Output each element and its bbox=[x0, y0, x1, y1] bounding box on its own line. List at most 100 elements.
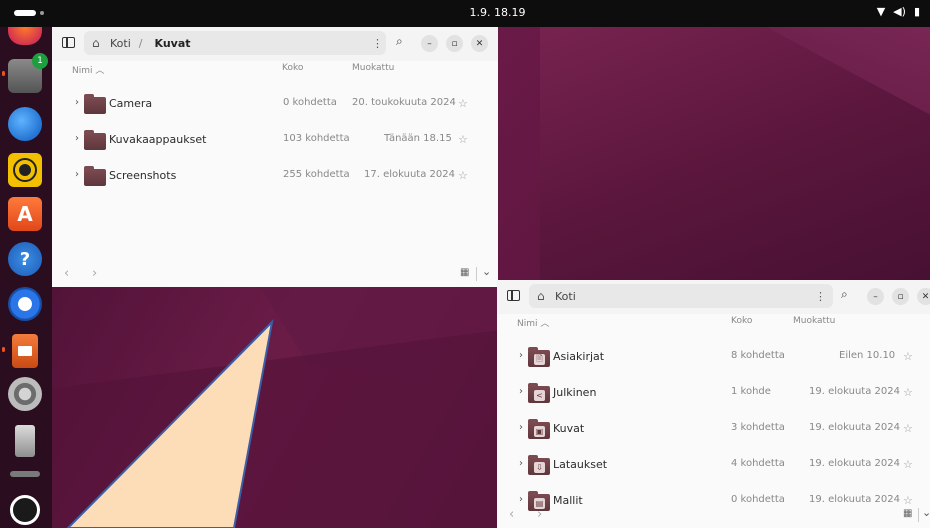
list-item[interactable]: › < Julkinen 1 kohde 19. elokuuta 2024 ☆ bbox=[497, 378, 930, 408]
system-tray[interactable]: ▼ ◀) ▮ bbox=[877, 5, 920, 18]
footer-bar: ‹ › ▦ ⌄ bbox=[497, 502, 930, 528]
file-size: 3 kohdetta bbox=[731, 422, 785, 433]
expand-icon[interactable]: › bbox=[75, 169, 79, 180]
chromium-icon[interactable] bbox=[8, 287, 42, 321]
back-icon[interactable]: ‹ bbox=[64, 266, 69, 281]
list-item[interactable]: › Screenshots 255 kohdetta 17. elokuuta … bbox=[52, 161, 498, 191]
public-folder-icon: < bbox=[528, 383, 550, 403]
header-bar: ⌂ Koti ⋮ ⌕ – ▫ ✕ bbox=[497, 280, 930, 314]
file-modified: 19. elokuuta 2024 bbox=[809, 386, 900, 397]
list-item[interactable]: › ⇩ Lataukset 4 kohdetta 19. elokuuta 20… bbox=[497, 450, 930, 480]
close-icon[interactable]: ✕ bbox=[471, 35, 488, 52]
star-icon[interactable]: ☆ bbox=[458, 133, 468, 146]
chevron-down-icon[interactable]: ⌄ bbox=[922, 506, 930, 519]
sort-ascending-icon: ︿ bbox=[95, 66, 105, 76]
breadcrumb-home[interactable]: Koti bbox=[555, 290, 576, 303]
usb-drive-icon[interactable] bbox=[15, 425, 35, 457]
home-icon: ⌂ bbox=[537, 289, 545, 303]
forward-icon[interactable]: › bbox=[537, 507, 542, 522]
download-icon: ⇩ bbox=[534, 462, 545, 473]
column-size[interactable]: Koko bbox=[731, 316, 752, 326]
maximize-icon[interactable]: ▫ bbox=[446, 35, 463, 52]
file-name: Screenshots bbox=[109, 169, 177, 182]
breadcrumb-current[interactable]: Kuvat bbox=[154, 37, 190, 50]
expand-icon[interactable]: › bbox=[519, 386, 523, 397]
expand-icon[interactable]: › bbox=[519, 422, 523, 433]
thunderbird-icon[interactable] bbox=[8, 107, 42, 141]
list-item[interactable]: › 🗎 Asiakirjat 8 kohdetta Eilen 10.10 ☆ bbox=[497, 342, 930, 372]
file-modified: 20. toukokuuta 2024 bbox=[352, 97, 456, 108]
clock[interactable]: 1.9. 18.19 bbox=[0, 6, 930, 19]
file-name: Lataukset bbox=[553, 458, 608, 471]
footer-bar: ‹ › ▦ ⌄ bbox=[52, 261, 498, 287]
firefox-icon[interactable] bbox=[8, 27, 42, 45]
help-icon[interactable]: ? bbox=[8, 242, 42, 276]
column-name[interactable]: Nimi ︿ bbox=[72, 63, 104, 76]
path-menu-icon[interactable]: ⋮ bbox=[815, 290, 826, 303]
folder-icon bbox=[84, 94, 106, 114]
minimize-icon[interactable]: – bbox=[421, 35, 438, 52]
list-item[interactable]: › ▣ Kuvat 3 kohdetta 19. elokuuta 2024 ☆ bbox=[497, 414, 930, 444]
files-badge: 1 bbox=[32, 53, 48, 69]
trash-icon[interactable] bbox=[10, 471, 40, 477]
close-icon[interactable]: ✕ bbox=[917, 288, 930, 305]
file-name: Julkinen bbox=[553, 386, 597, 399]
sidebar-toggle-icon[interactable] bbox=[507, 290, 520, 301]
column-size[interactable]: Koko bbox=[282, 63, 303, 73]
home-icon: ⌂ bbox=[92, 36, 100, 50]
maximize-icon[interactable]: ▫ bbox=[892, 288, 909, 305]
star-icon[interactable]: ☆ bbox=[903, 350, 913, 363]
grid-view-icon[interactable]: ▦ bbox=[903, 508, 912, 519]
star-icon[interactable]: ☆ bbox=[903, 458, 913, 471]
chevron-down-icon[interactable]: ⌄ bbox=[482, 265, 491, 278]
column-modified[interactable]: Muokattu bbox=[352, 63, 394, 73]
app-center-icon[interactable]: A bbox=[8, 197, 42, 231]
show-apps-icon[interactable] bbox=[10, 495, 40, 525]
file-modified: Tänään 18.15 bbox=[384, 133, 452, 144]
search-icon[interactable]: ⌕ bbox=[841, 287, 848, 302]
path-bar[interactable]: ⌂ Koti ⋮ bbox=[529, 284, 833, 308]
back-icon[interactable]: ‹ bbox=[509, 507, 514, 522]
star-icon[interactable]: ☆ bbox=[458, 169, 468, 182]
list-item[interactable]: › Kuvakaappaukset 103 kohdetta Tänään 18… bbox=[52, 125, 498, 155]
column-name[interactable]: Nimi ︿ bbox=[517, 316, 549, 329]
running-indicator bbox=[2, 347, 5, 352]
folder-icon bbox=[84, 130, 106, 150]
path-bar[interactable]: ⌂ Koti / Kuvat ⋮ bbox=[84, 31, 386, 55]
folder-icon bbox=[84, 166, 106, 186]
file-size: 4 kohdetta bbox=[731, 458, 785, 469]
search-icon[interactable]: ⌕ bbox=[396, 34, 403, 49]
minimize-icon[interactable]: – bbox=[867, 288, 884, 305]
file-modified: 19. elokuuta 2024 bbox=[809, 422, 900, 433]
wifi-icon: ▼ bbox=[876, 5, 886, 18]
star-icon[interactable]: ☆ bbox=[903, 386, 913, 399]
files-icon[interactable]: 1 bbox=[8, 53, 48, 93]
forward-icon[interactable]: › bbox=[92, 266, 97, 281]
impress-icon[interactable] bbox=[12, 334, 38, 368]
expand-icon[interactable]: › bbox=[519, 458, 523, 469]
star-icon[interactable]: ☆ bbox=[903, 422, 913, 435]
file-size: 1 kohde bbox=[731, 386, 771, 397]
file-name: Camera bbox=[109, 97, 153, 110]
file-size: 0 kohdetta bbox=[283, 97, 337, 108]
rhythmbox-icon[interactable] bbox=[8, 153, 42, 187]
expand-icon[interactable]: › bbox=[75, 97, 79, 108]
column-modified[interactable]: Muokattu bbox=[793, 316, 835, 326]
grid-view-icon[interactable]: ▦ bbox=[460, 267, 469, 278]
image-icon: ▣ bbox=[534, 426, 545, 437]
sidebar-toggle-icon[interactable] bbox=[62, 37, 75, 48]
pictures-folder-icon: ▣ bbox=[528, 419, 550, 439]
running-indicator bbox=[2, 71, 5, 76]
list-item[interactable]: › Camera 0 kohdetta 20. toukokuuta 2024 … bbox=[52, 89, 498, 119]
volume-icon: ◀) bbox=[893, 5, 906, 18]
breadcrumb-separator: / bbox=[138, 36, 143, 50]
file-modified: Eilen 10.10 bbox=[839, 350, 896, 361]
settings-icon[interactable] bbox=[8, 377, 42, 411]
expand-icon[interactable]: › bbox=[519, 350, 523, 361]
dock: 1 A ? bbox=[0, 27, 52, 528]
star-icon[interactable]: ☆ bbox=[458, 97, 468, 110]
path-menu-icon[interactable]: ⋮ bbox=[372, 37, 383, 50]
breadcrumb-home[interactable]: Koti bbox=[110, 37, 131, 50]
expand-icon[interactable]: › bbox=[75, 133, 79, 144]
file-name: Kuvakaappaukset bbox=[109, 133, 207, 146]
